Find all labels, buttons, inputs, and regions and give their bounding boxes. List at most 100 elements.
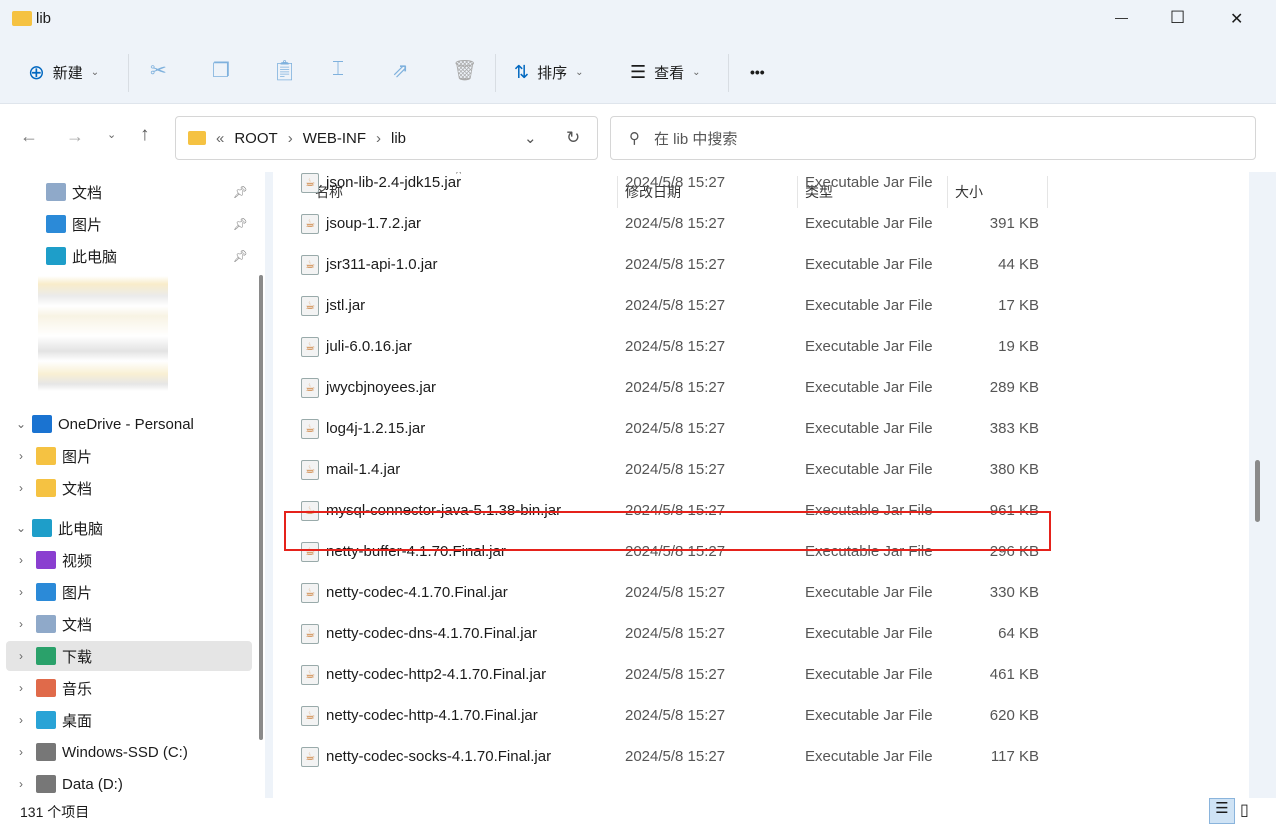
chevron-right-icon[interactable]: › [6,681,36,695]
nav-item-label: 文档 [72,184,103,202]
sort-icon: ⇅ [514,61,530,82]
new-button[interactable]: ⊕ 新建 ⌄ [28,54,99,90]
jar-file-icon: ☕︎ [301,664,319,685]
content-scrollbar[interactable] [1255,460,1260,522]
nav-item[interactable]: › 文档 [6,609,252,639]
file-row[interactable]: ☕︎ mail-1.4.jar 2024/5/8 15:27 Executabl… [273,449,1073,490]
crumb-separator: › [376,129,382,147]
chevron-right-icon[interactable]: › [6,713,36,727]
file-size: 17 KB [998,297,1039,314]
pin-icon[interactable]: 📌︎ [233,217,248,231]
chevron-right-icon[interactable]: › [6,481,36,495]
file-row[interactable]: ☕︎ juli-6.0.16.jar 2024/5/8 15:27 Execut… [273,326,1073,367]
search-box[interactable]: ⚲ 在 lib 中搜索 [610,116,1256,160]
file-name: mail-1.4.jar [326,461,401,478]
nav-item[interactable]: ⌄ 此电脑 [6,513,252,543]
file-row[interactable]: ☕︎ log4j-1.2.15.jar 2024/5/8 15:27 Execu… [273,408,1073,449]
crumb-separator: › [287,129,293,147]
nav-item[interactable]: › 图片 [6,441,252,471]
nav-item[interactable]: › Data (D:) [6,769,252,799]
file-row[interactable]: ☕︎ jwycbjnoyees.jar 2024/5/8 15:27 Execu… [273,367,1073,408]
chevron-right-icon[interactable]: › [6,617,36,631]
item-count: 131 个项目 [20,804,90,820]
nav-item[interactable]: › 音乐 [6,673,252,703]
share-icon[interactable]: ⇗ [392,58,409,83]
file-name: netty-codec-http2-4.1.70.Final.jar [326,666,547,683]
address-bar[interactable]: « ROOT › WEB-INF › lib ⌄ ↻ [175,116,598,160]
nav-item-label: 文档 [62,616,93,634]
navigation-pane: 文档 📌︎ 图片 📌︎ 此电脑 📌︎ ⌄ OneDrive - Personal › 图片 › 文档 ⌄… [0,172,265,798]
address-dropdown-icon[interactable]: ⌄ [524,129,537,147]
jar-file-icon: ☕︎ [301,295,319,316]
up-button[interactable]: ↑ [140,124,150,146]
file-type: Executable Jar File [805,625,933,642]
more-button[interactable]: ••• [750,54,765,90]
jar-file-icon: ☕︎ [301,459,319,480]
copy-icon[interactable]: ❐ [212,58,230,83]
pin-icon[interactable]: 📌︎ [233,185,248,199]
overflow-crumb[interactable]: « [216,130,224,147]
file-type: Executable Jar File [805,297,933,314]
file-row[interactable]: ☕︎ netty-codec-http2-4.1.70.Final.jar 20… [273,654,1073,695]
nav-item[interactable]: ⌄ OneDrive - Personal [6,409,252,439]
chevron-right-icon[interactable]: › [6,449,36,463]
file-date: 2024/5/8 15:27 [625,256,726,273]
minimize-button[interactable]: — [1115,10,1128,25]
crumb-lib[interactable]: lib [391,130,406,147]
chevron-right-icon[interactable]: › [6,649,36,663]
nav-scrollbar[interactable] [259,275,263,740]
tiles-view-button[interactable]: ▯ [1240,800,1249,820]
plus-circle-icon: ⊕ [28,61,45,84]
jar-file-icon: ☕︎ [301,623,319,644]
file-row[interactable]: ☕︎ jsr311-api-1.0.jar 2024/5/8 15:27 Exe… [273,244,1073,285]
cut-icon[interactable]: ✂ [150,58,167,83]
details-view-button[interactable]: ☰ [1209,798,1235,824]
file-row[interactable]: ☕︎ netty-codec-socks-4.1.70.Final.jar 20… [273,736,1073,777]
paste-icon[interactable]: 📋︎ [272,58,297,83]
sort-button[interactable]: ⇅ 排序 ⌄ [514,54,584,90]
nav-item[interactable]: 此电脑 📌︎ [6,241,252,271]
rename-icon[interactable]: ⌶ [332,58,344,81]
nav-item[interactable]: 图片 📌︎ [6,209,252,239]
nav-item[interactable]: 文档 📌︎ [6,177,252,207]
pin-icon[interactable]: 📌︎ [233,249,248,263]
sort-label: 排序 [537,64,568,82]
maximize-button[interactable]: ☐ [1170,8,1185,28]
file-row[interactable]: ☕︎ jstl.jar 2024/5/8 15:27 Executable Ja… [273,285,1073,326]
crumb-web-inf[interactable]: WEB-INF [303,130,366,147]
file-row[interactable]: ☕︎ jsoup-1.7.2.jar 2024/5/8 15:27 Execut… [273,203,1073,244]
chevron-right-icon[interactable]: › [6,553,36,567]
file-type: Executable Jar File [805,748,933,765]
file-size: 289 KB [989,379,1039,396]
nav-item[interactable]: › 图片 [6,577,252,607]
file-type: Executable Jar File [805,256,933,273]
chevron-right-icon[interactable]: › [6,777,36,791]
file-size: 64 KB [998,625,1039,642]
refresh-icon[interactable]: ↻ [566,128,580,148]
nav-item-label: 图片 [62,584,93,602]
chevron-right-icon[interactable]: › [6,585,36,599]
nav-item[interactable]: › 视频 [6,545,252,575]
file-name: netty-codec-socks-4.1.70.Final.jar [326,748,552,765]
close-button[interactable]: ✕ [1230,9,1243,29]
view-button[interactable]: ☰ 查看 ⌄ [630,54,701,90]
nav-item[interactable]: › Windows-SSD (C:) [6,737,252,767]
file-date: 2024/5/8 15:27 [625,584,726,601]
delete-icon[interactable]: 🗑︎ [452,58,477,83]
nav-item[interactable]: › 文档 [6,473,252,503]
back-button[interactable]: ← [20,126,38,147]
forward-button[interactable]: → [66,126,84,147]
file-row[interactable]: ☕︎ netty-codec-4.1.70.Final.jar 2024/5/8… [273,572,1073,613]
crumb-root[interactable]: ROOT [234,130,277,147]
nav-item-label: 文档 [62,480,93,498]
file-row[interactable]: ☕︎ netty-codec-http-4.1.70.Final.jar 202… [273,695,1073,736]
file-row[interactable]: ☕︎ json-lib-2.4-jdk15.jar 2024/5/8 15:27… [273,172,1073,203]
nav-item[interactable]: › 桌面 [6,705,252,735]
file-row[interactable]: ☕︎ netty-codec-dns-4.1.70.Final.jar 2024… [273,613,1073,654]
recent-dropdown[interactable]: ⌄ [107,128,116,141]
file-date: 2024/5/8 15:27 [625,338,726,355]
chevron-right-icon[interactable]: › [6,745,36,759]
nav-item[interactable]: › 下载 [6,641,252,671]
file-name: netty-codec-dns-4.1.70.Final.jar [326,625,537,642]
file-type: Executable Jar File [805,174,933,191]
